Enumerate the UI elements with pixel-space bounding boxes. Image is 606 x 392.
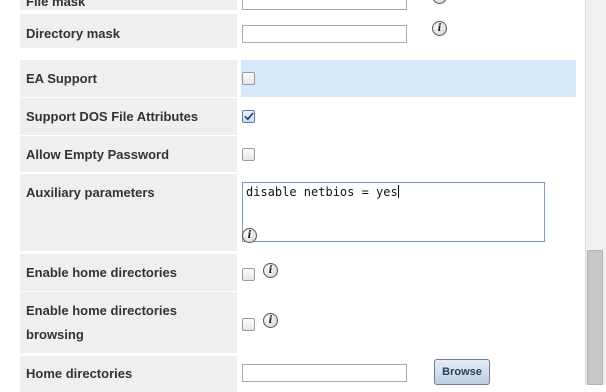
ea-support-label: EA Support (20, 60, 237, 97)
info-icon[interactable]: i (263, 263, 278, 278)
row-dos-attributes: Support DOS File Attributes (20, 98, 576, 135)
home-directories-cell: Browse (241, 356, 576, 392)
checkmark-icon (244, 112, 254, 121)
auxiliary-parameters-cell: disable netbios = yes i (241, 174, 576, 251)
directory-mask-cell: i (241, 14, 576, 48)
dos-attributes-checkbox[interactable] (242, 110, 255, 123)
dos-attributes-cell (241, 98, 576, 135)
home-directories-enable-label: Enable home directories (20, 254, 237, 291)
info-icon[interactable]: i (263, 313, 278, 328)
text-caret (397, 185, 399, 198)
file-mask-input[interactable] (242, 0, 407, 10)
row-empty-password: Allow Empty Password (20, 136, 576, 172)
browse-button[interactable]: Browse (434, 359, 490, 385)
home-browsing-cell: i (241, 292, 576, 353)
info-icon[interactable]: i (242, 228, 257, 243)
auxiliary-parameters-text: disable netbios = yes (246, 185, 398, 199)
home-browsing-label: Enable home directories browsing (20, 292, 237, 353)
file-mask-cell: i (241, 0, 576, 10)
directory-mask-label: Directory mask (20, 14, 237, 48)
row-auxiliary-parameters: Auxiliary parameters disable netbios = y… (20, 174, 576, 251)
home-directories-input[interactable] (242, 364, 407, 382)
row-ea-support: EA Support (20, 60, 576, 97)
row-home-directories-enable: Enable home directories i (20, 254, 576, 291)
home-browsing-checkbox[interactable] (242, 318, 255, 331)
ea-support-checkbox[interactable] (242, 72, 255, 85)
row-directory-mask: Directory mask i (20, 14, 576, 48)
file-mask-label: File mask (20, 0, 237, 10)
home-directories-label: Home directories (20, 356, 237, 392)
vertical-scrollbar[interactable] (585, 0, 606, 385)
home-directories-enable-cell: i (241, 254, 576, 291)
directory-mask-input[interactable] (242, 25, 407, 43)
row-home-directories: Home directories Browse (20, 356, 576, 392)
info-icon[interactable]: i (432, 0, 447, 4)
row-home-browsing: Enable home directories browsing i (20, 292, 576, 353)
info-icon[interactable]: i (432, 21, 447, 36)
empty-password-label: Allow Empty Password (20, 136, 237, 172)
home-directories-checkbox[interactable] (242, 268, 255, 281)
ea-support-cell (241, 60, 576, 97)
dos-attributes-label: Support DOS File Attributes (20, 98, 237, 135)
empty-password-cell (241, 136, 576, 172)
auxiliary-parameters-textarea[interactable]: disable netbios = yes (242, 182, 545, 242)
row-file-mask: File mask i (20, 0, 576, 10)
scrollbar-thumb[interactable] (587, 250, 603, 385)
auxiliary-parameters-label: Auxiliary parameters (20, 174, 237, 251)
empty-password-checkbox[interactable] (242, 148, 255, 161)
